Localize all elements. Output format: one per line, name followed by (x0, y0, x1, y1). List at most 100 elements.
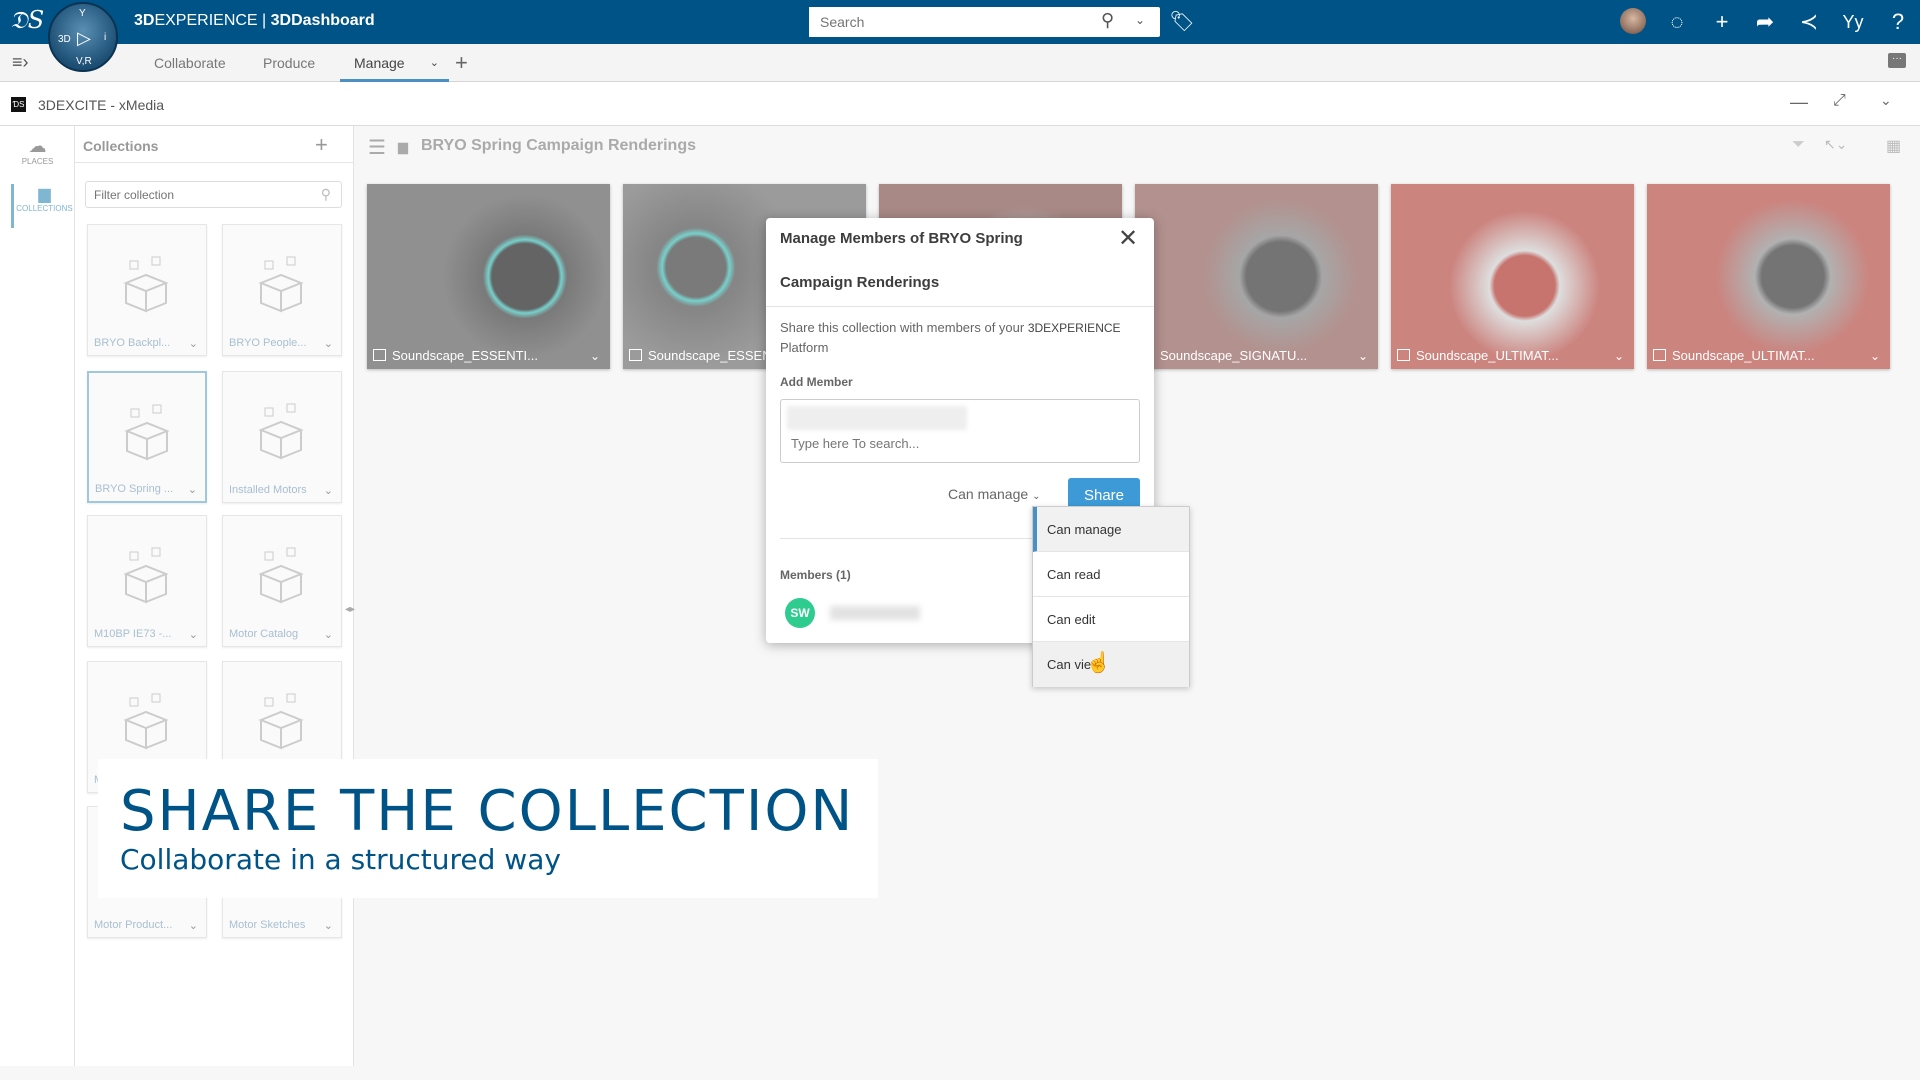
thumbnail-caption: Soundscape_ESSEN (629, 348, 772, 363)
chevron-down-icon[interactable]: ⌄ (1135, 13, 1145, 27)
community-icon[interactable]: Yy (1839, 8, 1867, 36)
collections-title: Collections (83, 138, 159, 154)
collection-tile[interactable]: M10BP IE73 -... ⌄ (87, 515, 207, 647)
chevron-down-icon[interactable]: ⌄ (324, 337, 333, 350)
widget-title-bar: ƊS 3DEXCITE - xMedia — ⤢ ⌄ (0, 82, 1920, 126)
tag-icon[interactable]: 🏷 (1168, 8, 1196, 36)
tab-produce[interactable]: Produce (263, 44, 315, 82)
chevron-down-icon[interactable]: ⌄ (590, 349, 600, 363)
role-select[interactable]: Can manage ⌄ (948, 486, 1040, 502)
member-search-input[interactable] (791, 436, 1121, 451)
tab-collaborate[interactable]: Collaborate (154, 44, 226, 82)
members-label: Members (1) (780, 568, 851, 582)
folder-icon: ▆ (38, 186, 51, 203)
collection-tile[interactable]: BRYO People... ⌄ (222, 224, 342, 356)
avatar[interactable] (1620, 8, 1646, 34)
filter-collection-box[interactable]: ⚲ (85, 181, 342, 208)
chevron-down-icon[interactable]: ⌄ (324, 628, 333, 641)
thumbnail-caption: Soundscape_ESSENTI... (373, 348, 538, 363)
image-icon (629, 349, 642, 361)
tab-manage[interactable]: Manage ⌄ (340, 44, 449, 82)
sidebar-toggle-icon[interactable]: ≡› (12, 52, 29, 73)
collection-tile-label: BRYO Spring ... (95, 483, 174, 495)
grid-view-icon[interactable]: ▦ (1886, 136, 1901, 156)
close-icon[interactable]: ✕ (1118, 224, 1138, 253)
help-icon[interactable]: ? (1884, 8, 1912, 36)
filter-icon[interactable]: ⏷ (1792, 136, 1805, 154)
collection-tile-label: Motor Product... (94, 919, 173, 931)
role-option-can-view[interactable]: Can view (1033, 642, 1189, 687)
search-icon[interactable]: ⚲ (321, 186, 331, 203)
chevron-down-icon[interactable]: ⌄ (324, 484, 333, 497)
app-brand: 3DEXPERIENCE | 3DDashboard (134, 12, 375, 29)
maximize-icon[interactable]: ⤢ (1833, 92, 1846, 110)
media-thumbnail[interactable]: Soundscape_ULTIMAT... ⌄ (1647, 184, 1890, 369)
search-input[interactable] (809, 7, 1089, 37)
app-logo-icon: ƊS (11, 97, 26, 112)
dialog-title-line1: Manage Members of BRYO Spring (780, 230, 1023, 247)
thumbnail-overlay (1135, 184, 1378, 369)
collection-tile[interactable]: Installed Motors ⌄ (222, 371, 342, 503)
dialog-title-line2: Campaign Renderings (780, 274, 940, 291)
chevron-down-icon[interactable]: ⌄ (1880, 92, 1892, 109)
network-share-icon[interactable]: ≺ (1795, 8, 1823, 36)
folder-icon: ▆ (398, 139, 408, 154)
rail-collections-label: COLLECTIONS (16, 204, 73, 213)
select-mode-icon[interactable]: ↖⌄ (1824, 136, 1847, 153)
tab-manage-label: Manage (354, 55, 405, 71)
collection-tile[interactable]: Motor Catalog ⌄ (222, 515, 342, 647)
compass-icon[interactable]: Y 3D ▷ i V,R (48, 2, 118, 72)
chevron-down-icon[interactable]: ⌄ (189, 919, 198, 932)
rail-places[interactable]: ☁ PLACES (0, 136, 75, 166)
add-icon[interactable]: + (1708, 8, 1736, 36)
filter-collection-input[interactable] (86, 182, 306, 207)
add-member-label: Add Member (780, 375, 853, 389)
add-collection-button[interactable]: + (315, 132, 328, 158)
selected-member-chip[interactable] (787, 406, 967, 430)
banner-subline: Collaborate in a structured way (120, 843, 561, 876)
chat-icon[interactable]: ··· (1888, 53, 1906, 68)
search-icon[interactable]: ⚲ (1101, 10, 1114, 31)
thumbnail-overlay (1647, 184, 1890, 369)
box-icon (258, 547, 304, 604)
collection-tile-label: Motor Sketches (229, 919, 306, 931)
chevron-down-icon[interactable]: ⌄ (189, 337, 198, 350)
role-dropdown-menu: Can manage Can read Can edit Can view (1032, 506, 1190, 687)
search-box[interactable]: ⚲ ⌄ (809, 7, 1160, 37)
role-option-can-edit[interactable]: Can edit (1033, 597, 1189, 642)
thumbnail-overlay (367, 184, 610, 369)
chevron-down-icon[interactable]: ⌄ (1870, 349, 1880, 363)
collection-tile[interactable]: BRYO Spring ... ⌄ (87, 371, 207, 503)
media-thumbnail[interactable]: Soundscape_ULTIMAT... ⌄ (1391, 184, 1634, 369)
box-icon (258, 256, 304, 313)
share-arrow-icon[interactable]: ➦ (1751, 8, 1779, 36)
rail-collections[interactable]: ▆ COLLECTIONS (11, 184, 75, 228)
media-thumbnail[interactable]: Soundscape_ESSENTI... ⌄ (367, 184, 610, 369)
chevron-down-icon[interactable]: ⌄ (324, 919, 333, 932)
widget-title: 3DEXCITE - xMedia (38, 97, 165, 113)
add-tab-button[interactable]: + (455, 44, 468, 82)
member-avatar: SW (785, 598, 815, 628)
box-icon (258, 403, 304, 460)
member-search-field[interactable] (780, 399, 1140, 463)
dialog-description: Share this collection with members of yo… (780, 320, 1121, 355)
menu-icon[interactable]: ☰ (368, 135, 386, 160)
role-option-can-manage[interactable]: Can manage (1033, 507, 1189, 552)
minimize-icon[interactable]: — (1790, 92, 1808, 113)
collection-tile-label: M10BP IE73 -... (94, 628, 172, 640)
rail-places-label: PLACES (21, 157, 54, 166)
chevron-down-icon[interactable]: ⌄ (189, 628, 198, 641)
chevron-down-icon[interactable]: ⌄ (430, 44, 439, 82)
thumbnail-overlay (1391, 184, 1634, 369)
thumbnail-caption: Soundscape_ULTIMAT... (1397, 348, 1559, 363)
collection-tile[interactable]: BRYO Backpl... ⌄ (87, 224, 207, 356)
dashboard-tabs: ≡› Collaborate Produce Manage ⌄ + ··· (0, 44, 1920, 82)
chevron-down-icon[interactable]: ⌄ (1358, 349, 1368, 363)
divider (766, 306, 1154, 307)
role-option-can-read[interactable]: Can read (1033, 552, 1189, 597)
notification-bell-icon[interactable]: ◌ (1663, 8, 1691, 36)
chevron-down-icon[interactable]: ⌄ (1614, 349, 1624, 363)
thumbnail-caption: Soundscape_ULTIMAT... (1653, 348, 1815, 363)
chevron-down-icon[interactable]: ⌄ (188, 483, 197, 496)
media-thumbnail[interactable]: Soundscape_SIGNATU... ⌄ (1135, 184, 1378, 369)
